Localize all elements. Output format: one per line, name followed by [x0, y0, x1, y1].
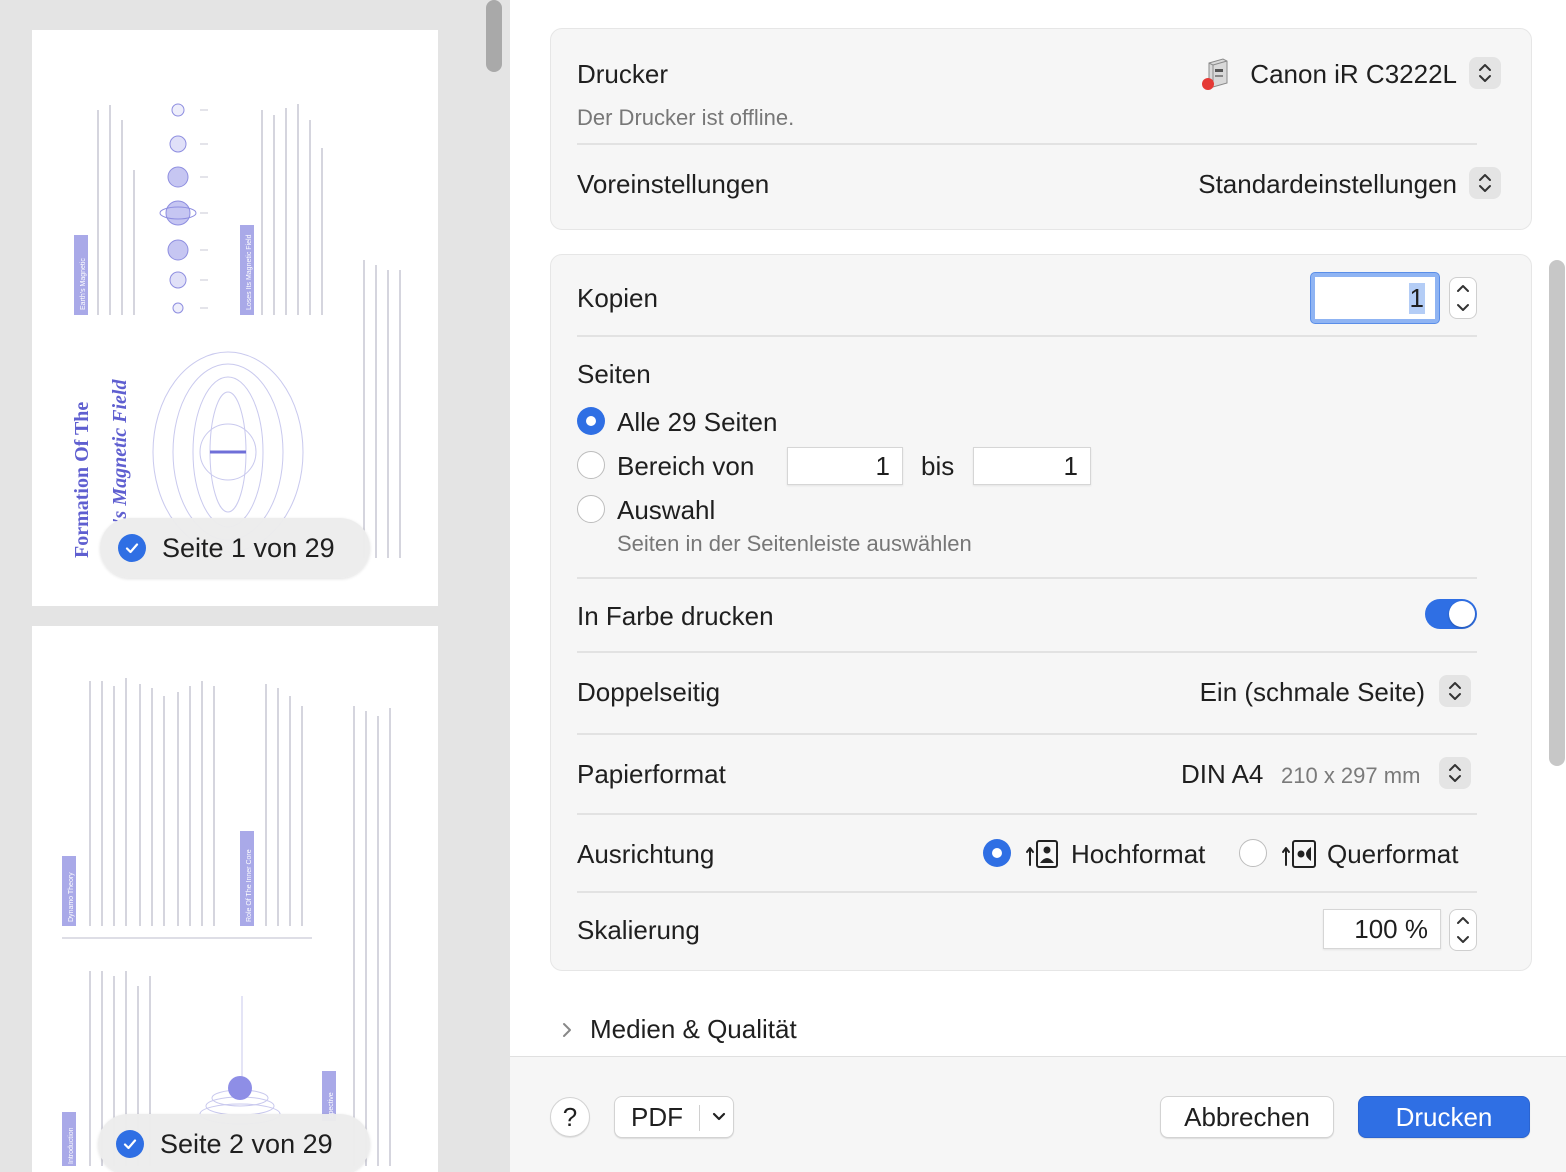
copies-stepper[interactable] [1449, 277, 1477, 319]
printer-select-chevron-icon[interactable] [1469, 57, 1501, 89]
paper-size-value[interactable]: DIN A4 [1181, 759, 1263, 790]
printer-status: Der Drucker ist offline. [577, 105, 795, 130]
pdf-menu-button[interactable]: PDF [614, 1096, 734, 1138]
presets-select-chevron-icon[interactable] [1469, 167, 1501, 199]
pages-all-radio[interactable] [577, 407, 605, 435]
page-2-label: Seite 2 von 29 [160, 1128, 333, 1159]
printer-card: Drucker Canon iR C3222L Der Drucker ist … [550, 28, 1532, 230]
media-quality-disclosure[interactable]: Medien & Qualität [560, 1014, 797, 1045]
cancel-button[interactable]: Abbrechen [1160, 1096, 1334, 1138]
page-1-label: Seite 1 von 29 [162, 532, 335, 563]
pages-selection-label[interactable]: Auswahl [617, 495, 715, 526]
printer-name[interactable]: Canon iR C3222L [1250, 59, 1457, 90]
range-from-input[interactable]: 1 [787, 447, 903, 485]
divider [577, 335, 1477, 337]
pages-label: Seiten [577, 359, 651, 389]
paper-size-dimensions: 210 x 297 mm [1281, 763, 1421, 788]
copies-value: 1 [1408, 282, 1425, 314]
sidebar-scrollbar[interactable] [486, 0, 502, 72]
chevron-down-icon[interactable] [1456, 935, 1470, 945]
chevron-up-icon[interactable] [1456, 283, 1470, 293]
media-quality-label: Medien & Qualität [590, 1014, 797, 1044]
divider [699, 1105, 700, 1131]
duplex-label: Doppelseitig [577, 677, 721, 707]
portrait-orientation-icon [1026, 840, 1058, 868]
paper-size-label: Papierformat [577, 759, 726, 789]
print-button[interactable]: Drucken [1358, 1096, 1530, 1138]
page-preview-sidebar: Formation Of The 's Magnetic Field Earth… [0, 0, 510, 1172]
range-to-label: bis [921, 451, 955, 481]
printer-label: Drucker [577, 59, 669, 89]
orientation-landscape-label[interactable]: Querformat [1327, 839, 1459, 870]
chevron-up-icon[interactable] [1456, 915, 1470, 925]
page-1-title-line-1: Formation Of The [71, 402, 93, 558]
orientation-label: Ausrichtung [577, 839, 715, 869]
presets-value[interactable]: Standardeinstellungen [1198, 169, 1457, 200]
scaling-stepper[interactable] [1449, 909, 1477, 951]
duplex-select-chevron-icon[interactable] [1439, 675, 1471, 707]
range-until-input[interactable]: 1 [973, 447, 1091, 485]
page-2-tag-3: Introduction [68, 1127, 75, 1164]
pages-range-label[interactable]: Bereich von [617, 451, 754, 482]
orientation-landscape-radio[interactable] [1239, 839, 1267, 867]
pages-all-label[interactable]: Alle 29 Seiten [617, 407, 777, 438]
dialog-footer: ? PDF Abbrechen Drucken [510, 1056, 1566, 1172]
print-settings-panel: Drucker Canon iR C3222L Der Drucker ist … [510, 0, 1566, 1172]
pages-selection-hint: Seiten in der Seitenleiste auswählen [617, 531, 972, 556]
divider [577, 813, 1477, 815]
settings-scrollbar[interactable] [1549, 260, 1565, 766]
color-print-toggle[interactable] [1425, 599, 1477, 629]
divider [577, 891, 1477, 893]
orientation-portrait-radio[interactable] [983, 839, 1011, 867]
page-2-tag-2: Role Of The Inner Core [246, 849, 253, 922]
page-thumbnail-1[interactable]: Formation Of The 's Magnetic Field Earth… [32, 30, 438, 606]
range-from-value: 1 [875, 450, 890, 481]
pages-range-radio[interactable] [577, 451, 605, 479]
range-until-value: 1 [1063, 450, 1078, 481]
help-button[interactable]: ? [550, 1097, 590, 1137]
color-print-label: In Farbe drucken [577, 601, 774, 631]
landscape-orientation-icon [1282, 840, 1316, 868]
page-thumbnail-2[interactable]: Dynamo Theory Role Of The Inner Core Int… [32, 626, 438, 1172]
page-1-title-line-2: 's Magnetic Field [109, 379, 131, 524]
print-options-card: Kopien 1 Seiten Alle 29 Seiten Bereich v… [550, 254, 1532, 971]
checkmark-icon [116, 1130, 144, 1158]
divider [577, 651, 1477, 653]
orientation-portrait-label[interactable]: Hochformat [1071, 839, 1205, 870]
scaling-input[interactable]: 100 % [1323, 909, 1441, 949]
pdf-button-label: PDF [631, 1101, 683, 1132]
page-2-preview-image: Dynamo Theory Role Of The Inner Core Int… [62, 678, 391, 1166]
paper-size-select-chevron-icon[interactable] [1439, 757, 1471, 789]
pages-selection-radio[interactable] [577, 495, 605, 523]
divider [577, 733, 1477, 735]
page-2-selected-badge[interactable]: Seite 2 von 29 [98, 1114, 370, 1172]
page-2-tag-1: Dynamo Theory [68, 872, 75, 922]
divider [577, 577, 1477, 579]
duplex-value[interactable]: Ein (schmale Seite) [1200, 677, 1425, 708]
printer-icon [1202, 58, 1228, 90]
scaling-value: 100 % [1354, 913, 1428, 944]
chevron-down-icon[interactable] [1456, 303, 1470, 313]
chevron-down-icon[interactable] [711, 1109, 727, 1125]
chevron-right-icon [563, 1022, 571, 1037]
page-1-selected-badge[interactable]: Seite 1 von 29 [100, 518, 370, 578]
copies-input[interactable]: 1 [1311, 273, 1439, 323]
scaling-label: Skalierung [577, 915, 700, 945]
page-1-tag-left: Earth's Magnetic [80, 258, 87, 310]
divider [577, 143, 1477, 145]
presets-label: Voreinstellungen [577, 169, 770, 199]
copies-label: Kopien [577, 283, 658, 313]
checkmark-icon [118, 534, 146, 562]
page-1-tag-mid: Loses Its Magnetic Field [246, 234, 253, 310]
